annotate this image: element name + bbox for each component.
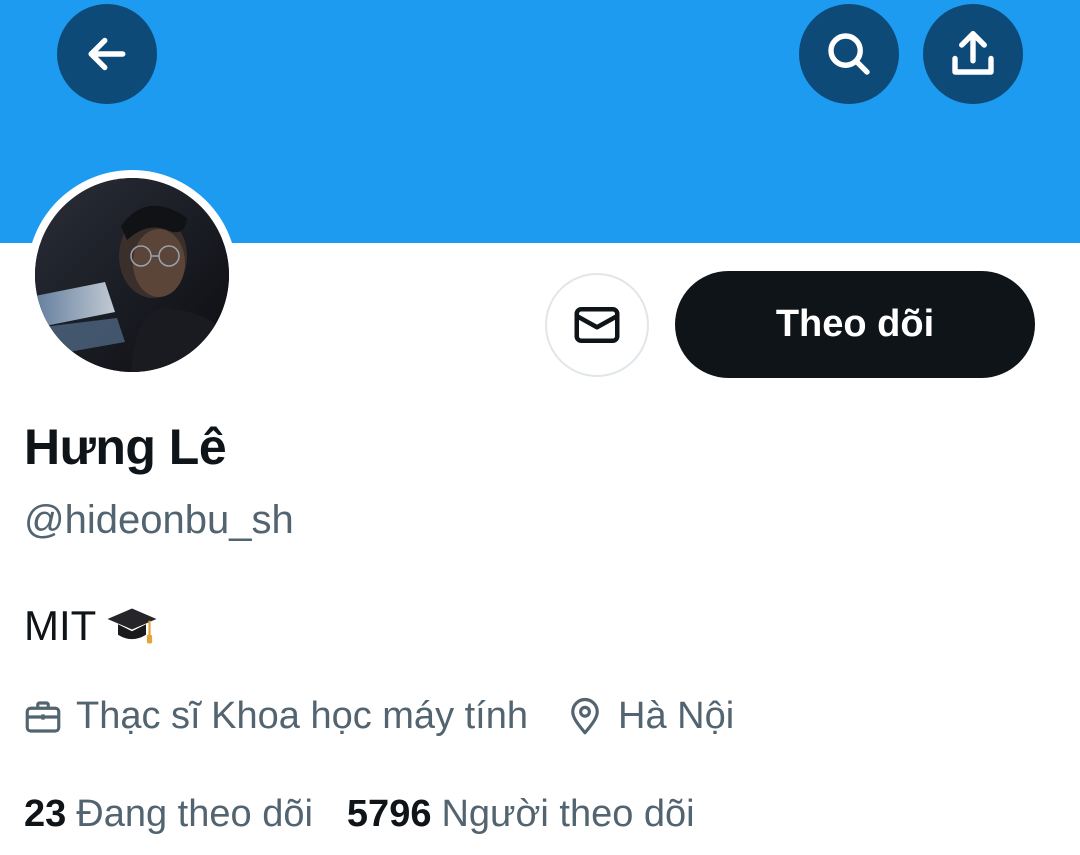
share-button[interactable] — [923, 4, 1023, 104]
follow-button[interactable]: Theo dõi — [675, 271, 1035, 378]
briefcase-icon — [25, 700, 61, 733]
bio-text: MIT — [24, 602, 97, 649]
occupation-item: Thạc sĩ Khoa học máy tính — [22, 695, 528, 738]
profile-meta: Thạc sĩ Khoa học máy tính Hà Nội — [22, 695, 770, 738]
followers-link[interactable]: 5796 Người theo dõi — [347, 793, 695, 836]
message-button[interactable] — [545, 273, 649, 377]
arrow-left-icon — [88, 37, 126, 71]
following-label: Đang theo dõi — [76, 793, 313, 835]
location-item: Hà Nội — [564, 695, 734, 738]
followers-label: Người theo dõi — [441, 793, 695, 835]
search-button[interactable] — [799, 4, 899, 104]
location-text: Hà Nội — [618, 695, 735, 737]
avatar-frame[interactable] — [27, 170, 237, 380]
profile-name: Hưng Lê — [24, 419, 227, 475]
occupation-text: Thạc sĩ Khoa học máy tính — [76, 695, 529, 737]
search-icon — [828, 33, 870, 75]
mail-icon — [574, 307, 620, 343]
graduation-cap-icon — [107, 608, 157, 644]
location-pin-icon — [571, 697, 599, 734]
back-button[interactable] — [57, 4, 157, 104]
following-count: 23 — [24, 793, 67, 835]
avatar-photo — [35, 178, 229, 372]
profile-stats: 23 Đang theo dõi 5796 Người theo dõi — [24, 793, 729, 836]
share-icon — [952, 31, 994, 75]
avatar[interactable] — [35, 178, 229, 372]
profile-bio: MIT — [24, 598, 160, 654]
following-link[interactable]: 23 Đang theo dõi — [24, 793, 313, 836]
followers-count: 5796 — [346, 793, 432, 835]
profile-handle: @hideonbu_sh — [24, 498, 294, 542]
